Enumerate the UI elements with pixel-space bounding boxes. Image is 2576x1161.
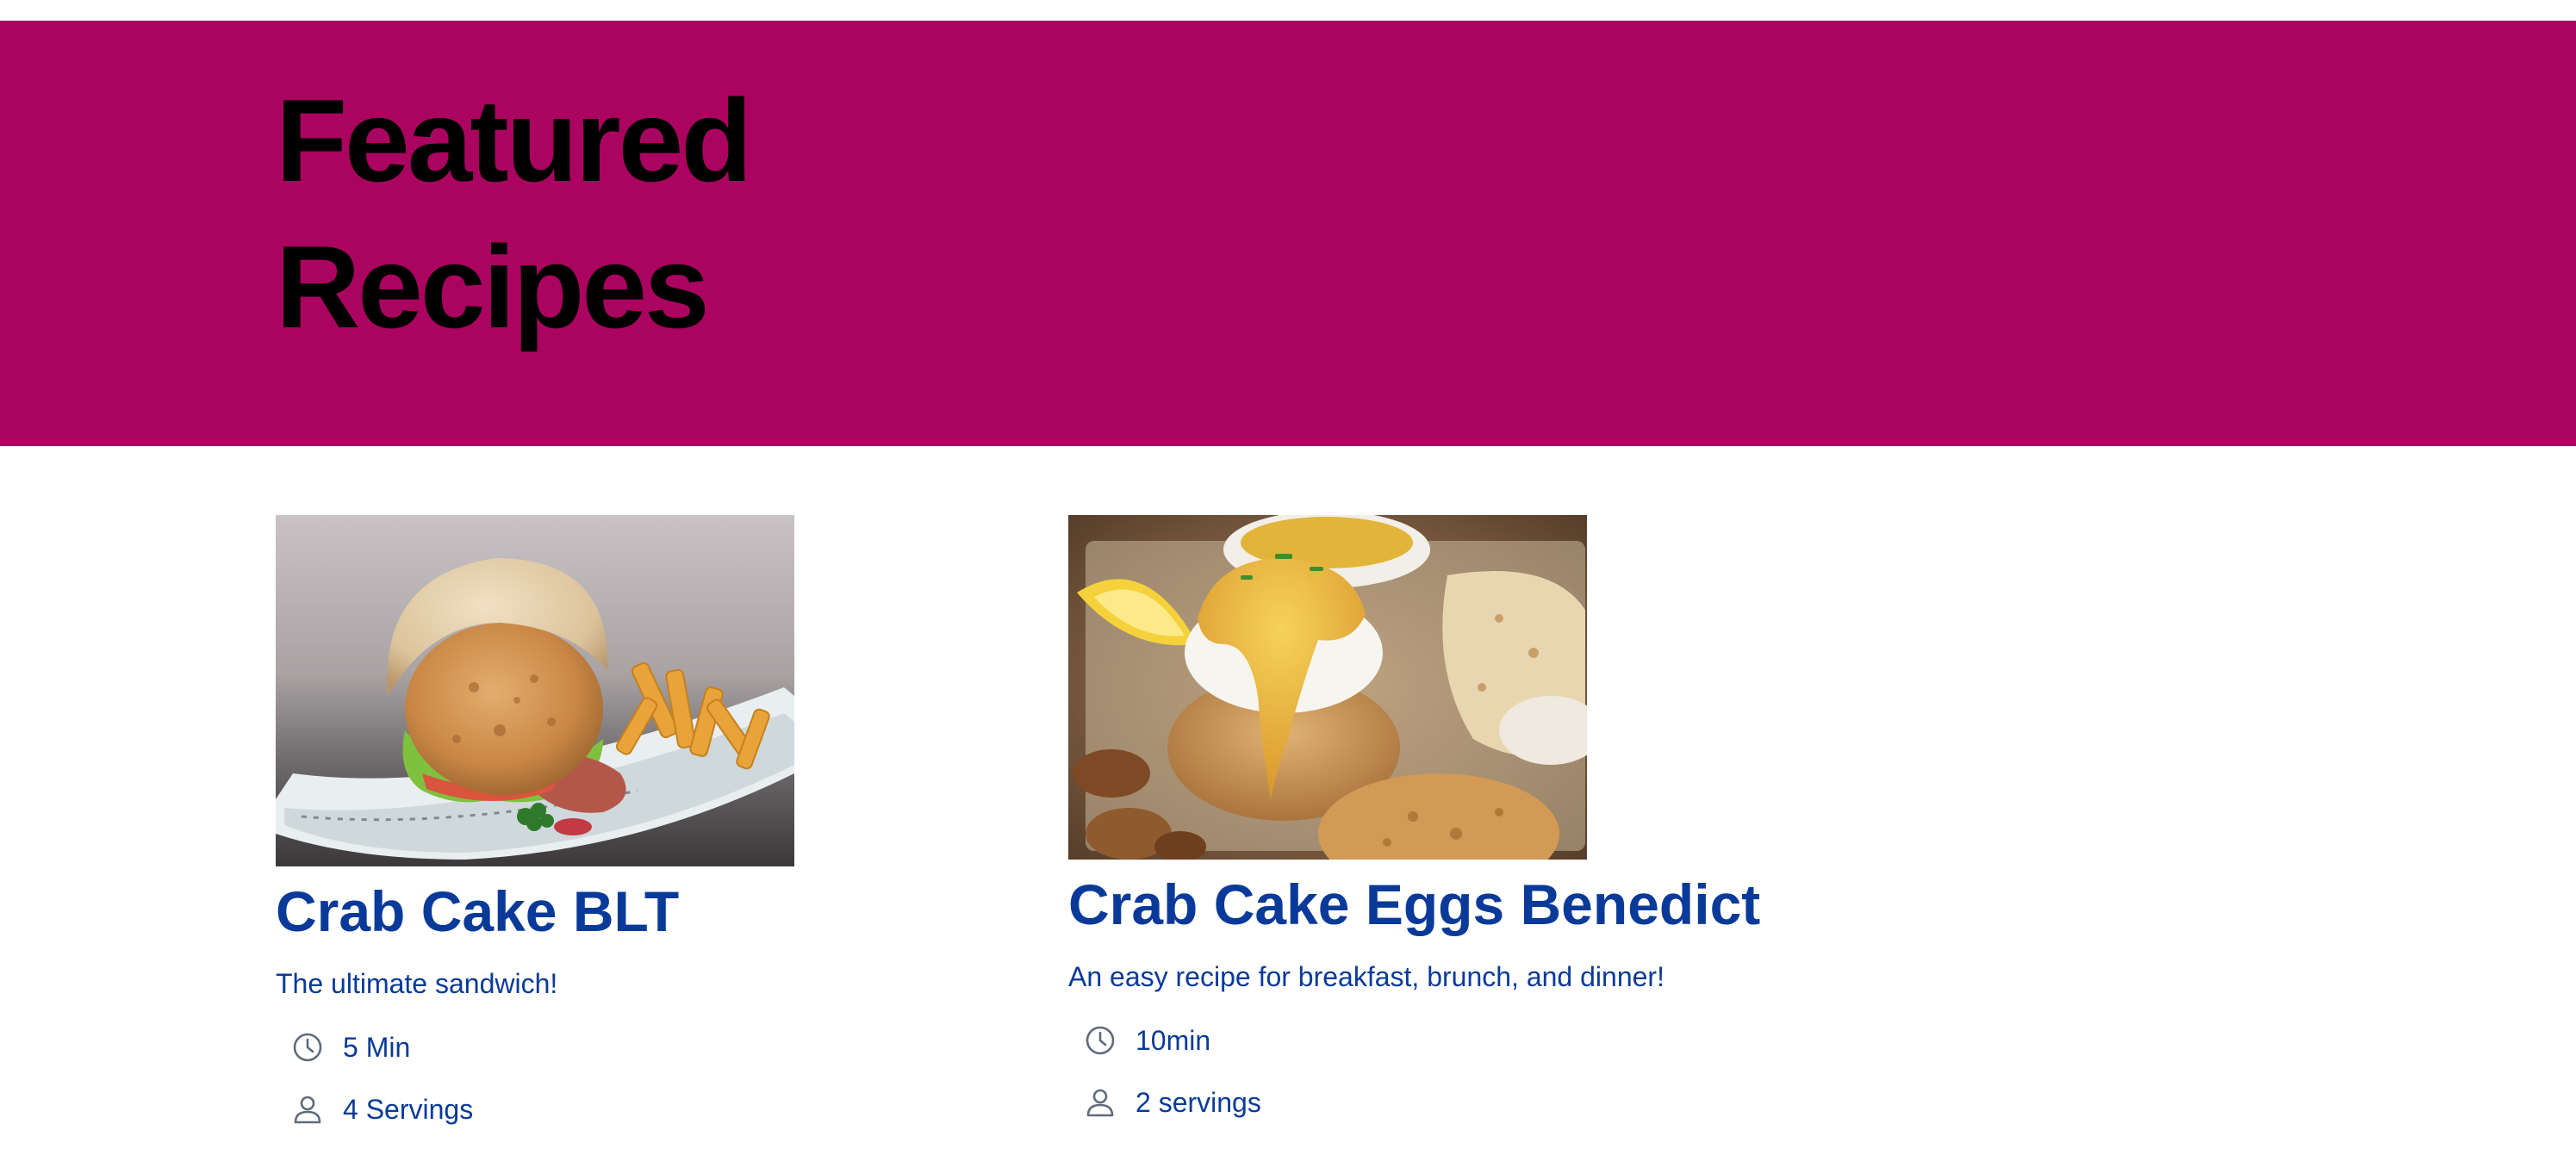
clock-icon	[1084, 1024, 1117, 1057]
page-title-line-1: Featured	[276, 75, 752, 206]
recipe-servings: 2 servings	[1068, 1085, 1760, 1120]
crab-cake-burger-photo[interactable]	[276, 515, 794, 866]
featured-hero-banner: Featured Recipes	[0, 21, 2576, 446]
recipe-time: 10min	[1068, 1023, 1760, 1058]
recipe-time: 5 Min	[276, 1030, 794, 1065]
recipe-title[interactable]: Crab Cake BLT	[276, 877, 794, 946]
person-icon	[291, 1093, 324, 1126]
recipe-card-crab-cake-eggs-benedict[interactable]: Crab Cake Eggs Benedict An easy recipe f…	[1068, 515, 1760, 1120]
recipe-servings: 4 Servings	[276, 1092, 794, 1127]
recipe-title[interactable]: Crab Cake Eggs Benedict	[1068, 870, 1760, 939]
recipe-description: An easy recipe for breakfast, brunch, an…	[1068, 961, 1664, 992]
clock-icon	[291, 1031, 324, 1064]
page-title-line-2: Recipes	[276, 221, 710, 352]
recipe-description: The ultimate sandwich!	[276, 968, 558, 999]
recipe-card-crab-cake-blt[interactable]: Crab Cake BLT The ultimate sandwich! 5 M…	[276, 515, 794, 1127]
top-strip	[0, 0, 2576, 21]
crab-cake-eggs-benedict-photo[interactable]	[1068, 515, 1587, 860]
person-icon	[1084, 1086, 1117, 1119]
recipe-time-value: 5 Min	[343, 1032, 411, 1063]
recipe-time-value: 10min	[1136, 1025, 1211, 1056]
recipe-servings-value: 2 servings	[1136, 1087, 1261, 1118]
recipe-servings-value: 4 Servings	[343, 1094, 474, 1125]
page-title: Featured Recipes	[276, 67, 879, 360]
